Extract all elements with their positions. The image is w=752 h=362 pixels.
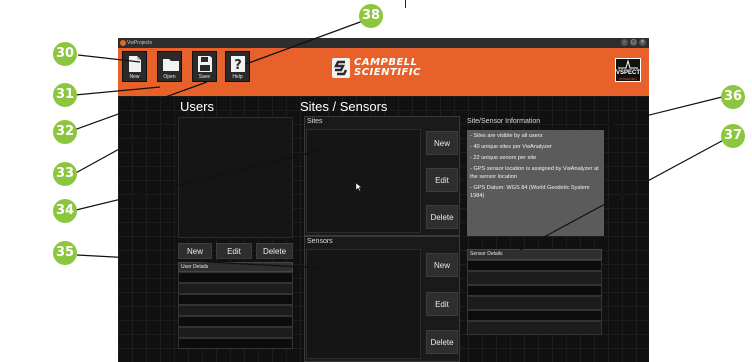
callout-34: 34 — [53, 199, 77, 223]
callout-32: 32 — [53, 120, 77, 144]
callout-33: 33 — [53, 162, 77, 186]
callout-leader-lines — [71, 17, 732, 269]
callout-38: 38 — [359, 4, 383, 28]
callout-36: 36 — [721, 85, 745, 109]
callout-31: 31 — [53, 83, 77, 107]
callout-37: 37 — [721, 124, 745, 148]
callout-30: 30 — [53, 42, 77, 66]
callout-35: 35 — [53, 241, 77, 265]
